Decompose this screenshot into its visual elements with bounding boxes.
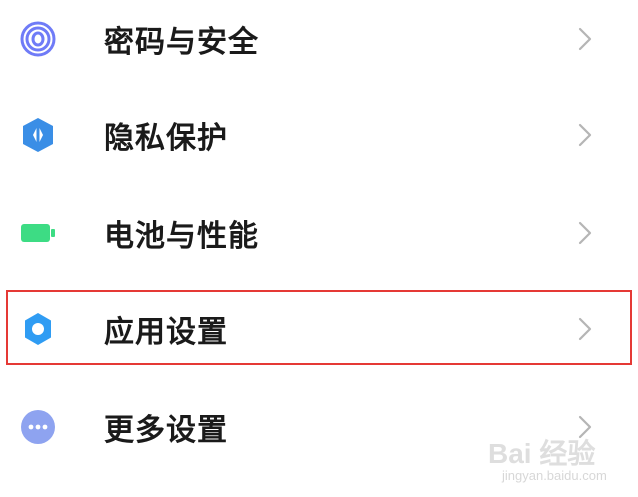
chevron-right-icon [574, 121, 596, 149]
settings-screen: 密码与安全 隐私保护 电池与性能 应用设置 更多设置 Bai 经验 jingya… [0, 0, 638, 497]
settings-item-app-settings[interactable]: 应用设置 [0, 280, 638, 378]
privacy-shield-icon [20, 117, 56, 153]
more-dots-icon [20, 409, 56, 445]
settings-item-label: 隐私保护 [104, 121, 228, 156]
settings-item-label: 应用设置 [104, 315, 228, 350]
watermark: Bai 经验 jingyan.baidu.com [488, 432, 618, 490]
settings-item-privacy[interactable]: 隐私保护 [0, 86, 638, 184]
chevron-right-icon [574, 315, 596, 343]
settings-item-label: 更多设置 [104, 413, 228, 448]
settings-item-password-security[interactable]: 密码与安全 [0, 0, 638, 88]
battery-icon [20, 215, 56, 251]
chevron-right-icon [574, 25, 596, 53]
chevron-right-icon [574, 219, 596, 247]
watermark-url: jingyan.baidu.com [502, 468, 607, 483]
settings-item-battery-performance[interactable]: 电池与性能 [0, 184, 638, 282]
settings-item-label: 密码与安全 [104, 25, 259, 60]
settings-item-label: 电池与性能 [104, 219, 259, 254]
watermark-brand: Bai 经验 [488, 438, 596, 469]
gear-icon [20, 311, 56, 347]
fingerprint-icon [20, 21, 56, 57]
